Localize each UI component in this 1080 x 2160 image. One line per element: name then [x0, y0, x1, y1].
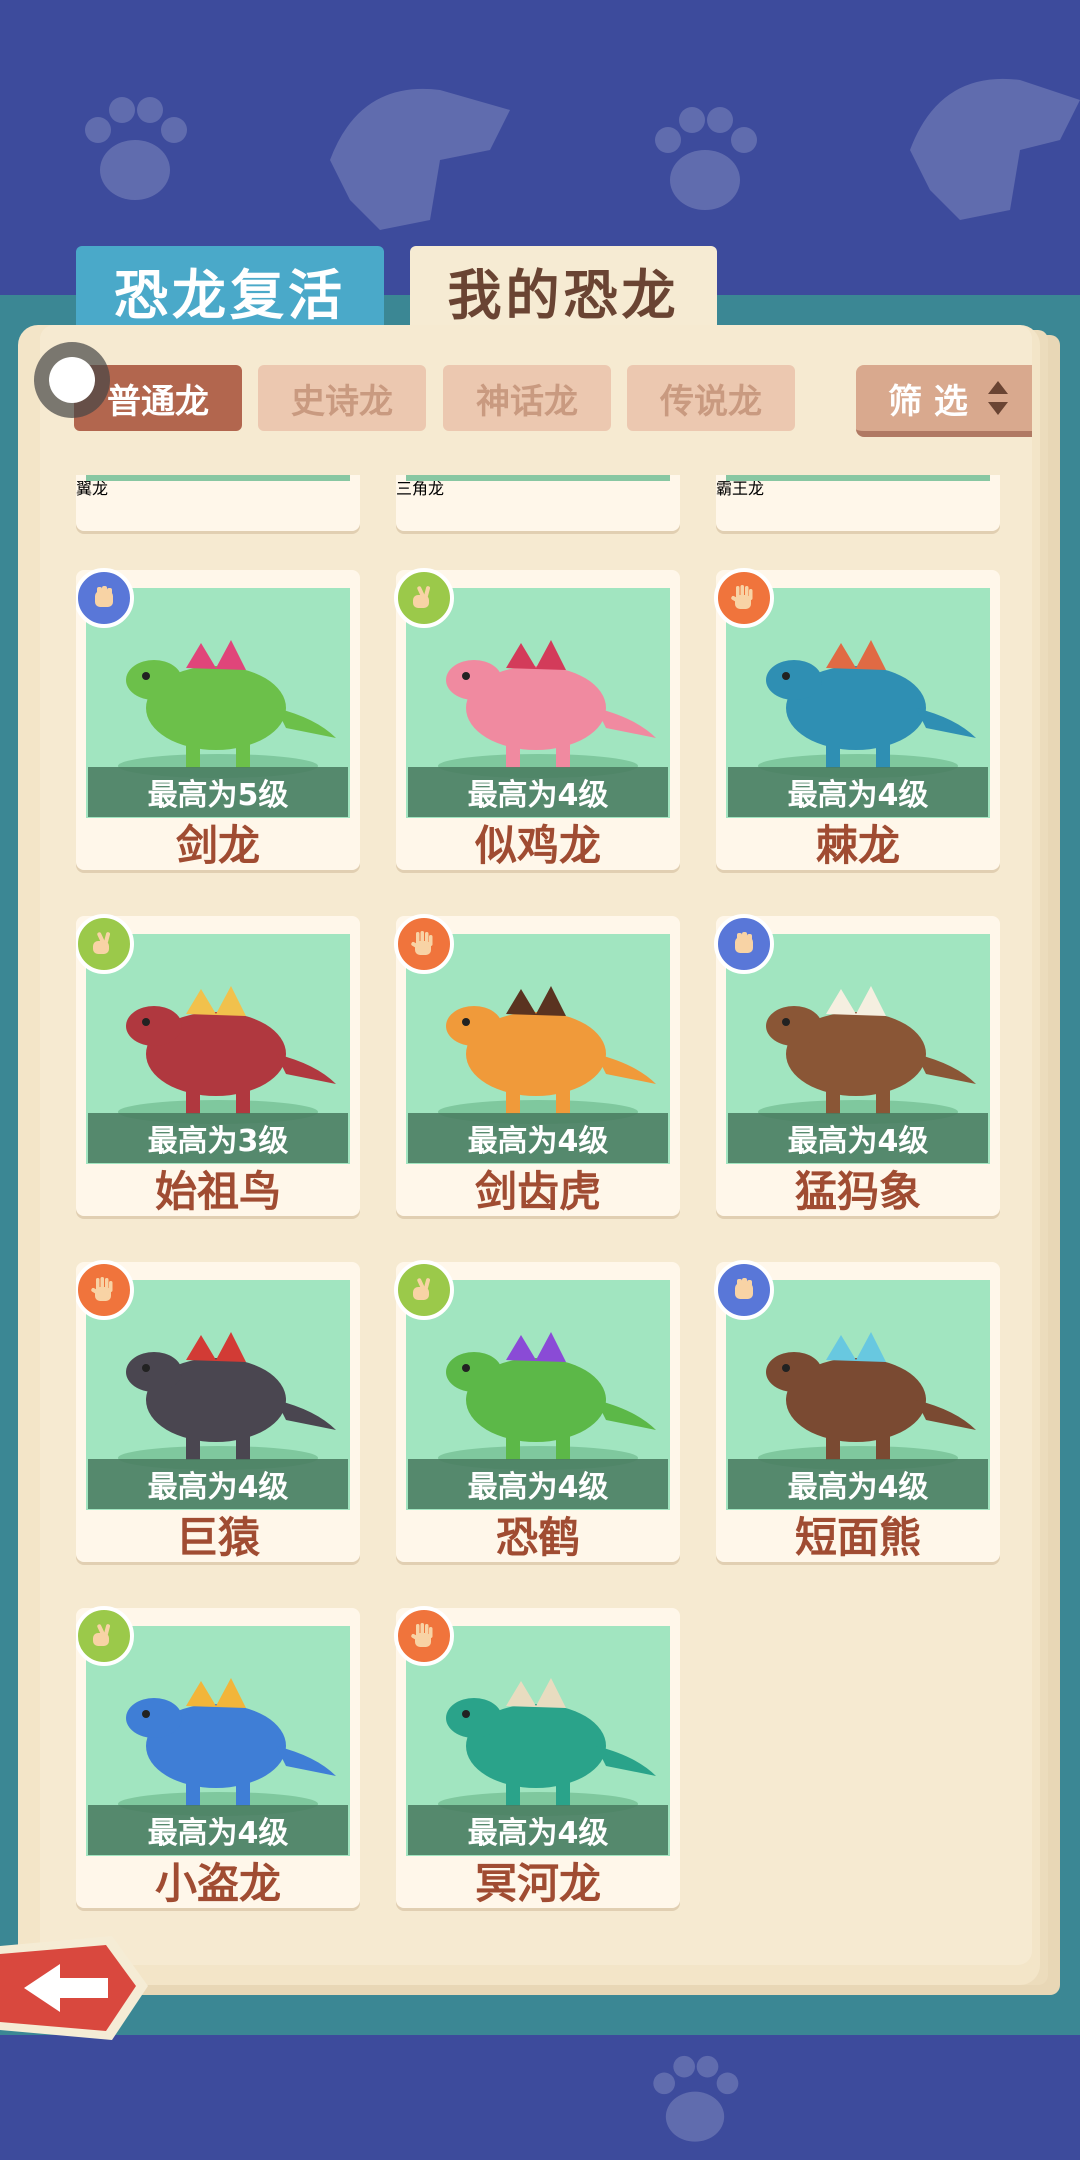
- dino-collection-page: 普通龙 史诗龙 神话龙 传说龙 筛 选 翼龙 三角龙 霸王龙 最高为5级 剑龙 最高…: [40, 325, 1032, 1965]
- dino-name: 巨猿: [175, 1512, 260, 1562]
- dino-card[interactable]: 最高为5级 剑龙: [76, 568, 360, 870]
- rarity-filter-bar: 普通龙 史诗龙 神话龙 传说龙 筛 选: [74, 365, 1032, 437]
- dino-name: 翼龙: [76, 479, 109, 498]
- max-level-label: 最高为4级: [88, 1805, 348, 1855]
- floating-assist-button[interactable]: [34, 342, 110, 418]
- max-level-label: 最高为3级: [88, 1113, 348, 1163]
- dino-card[interactable]: 最高为4级 剑齿虎: [394, 914, 680, 1216]
- scissors-hand-icon: [76, 1606, 134, 1666]
- fist-icon: [76, 568, 134, 628]
- fist-icon: [714, 914, 774, 974]
- open-palm-icon: [76, 1260, 134, 1320]
- filter-legendary[interactable]: 传说龙: [627, 365, 795, 431]
- max-level-label: 最高为5级: [88, 767, 348, 817]
- dino-card[interactable]: 最高为4级 小盗龙: [76, 1606, 360, 1908]
- dino-card[interactable]: 最高为4级 冥河龙: [394, 1606, 680, 1908]
- paw-print-icon: [655, 107, 757, 210]
- open-palm-icon: [394, 1606, 454, 1666]
- card-image-edge: [726, 475, 990, 481]
- dino-name: 剑龙: [175, 820, 260, 870]
- dino-card[interactable]: 最高为4级 恐鹤: [394, 1260, 680, 1562]
- filter-mythic[interactable]: 神话龙: [443, 365, 611, 431]
- dino-name: 似鸡龙: [474, 820, 601, 870]
- dino-card[interactable]: 最高为4级 棘龙: [714, 568, 1000, 870]
- dino-name: 短面熊: [794, 1512, 921, 1562]
- sort-arrows-icon: [987, 381, 1008, 415]
- dino-name: 冥河龙: [474, 1858, 601, 1908]
- dino-card[interactable]: 最高为4级 猛犸象: [714, 914, 1000, 1216]
- card-image-edge: [406, 475, 670, 481]
- max-level-label: 最高为4级: [408, 1805, 668, 1855]
- max-level-label: 最高为4级: [88, 1459, 348, 1509]
- dino-name: 猛犸象: [794, 1166, 921, 1216]
- scissors-hand-icon: [76, 914, 134, 974]
- scissors-hand-icon: [394, 568, 454, 628]
- fist-icon: [714, 1260, 774, 1320]
- dino-card[interactable]: 最高为4级 巨猿: [76, 1260, 360, 1562]
- max-level-label: 最高为4级: [408, 1459, 668, 1509]
- dino-name: 三角龙: [396, 479, 445, 498]
- dino-card[interactable]: 最高为4级 似鸡龙: [394, 568, 680, 870]
- dino-card-partial[interactable]: 翼龙: [76, 475, 360, 531]
- dino-skull-icon: [910, 78, 1080, 220]
- dino-card[interactable]: 最高为4级 短面熊: [714, 1260, 1000, 1562]
- max-level-label: 最高为4级: [408, 1113, 668, 1163]
- open-palm-icon: [394, 914, 454, 974]
- dino-name: 霸王龙: [716, 479, 765, 498]
- paw-print-icon: [85, 97, 187, 200]
- dino-name: 小盗龙: [154, 1858, 281, 1908]
- max-level-label: 最高为4级: [408, 767, 668, 817]
- max-level-label: 最高为4级: [728, 1113, 988, 1163]
- dino-skull-icon: [330, 88, 510, 230]
- screen-label: 筛 选: [888, 381, 968, 422]
- screen-button[interactable]: 筛 选: [856, 365, 1032, 437]
- scissors-hand-icon: [394, 1260, 454, 1320]
- dino-card-grid: 翼龙 三角龙 霸王龙 最高为5级 剑龙 最高为4级 似鸡龙 最高为4级 棘龙 最高为3级 始祖…: [76, 475, 1032, 1945]
- dino-card-partial[interactable]: 霸王龙: [716, 475, 1000, 531]
- paw-print-icon: [653, 2055, 739, 2142]
- card-image-edge: [86, 475, 350, 481]
- assist-dot-icon: [49, 357, 95, 403]
- dino-card[interactable]: 最高为3级 始祖鸟: [76, 914, 360, 1216]
- back-button[interactable]: [0, 1928, 150, 2048]
- dino-name: 剑齿虎: [474, 1166, 601, 1216]
- open-palm-icon: [714, 568, 774, 628]
- dino-card-partial[interactable]: 三角龙: [396, 475, 680, 531]
- max-level-label: 最高为4级: [728, 1459, 988, 1509]
- filter-epic[interactable]: 史诗龙: [258, 365, 426, 431]
- tab-my-dinos[interactable]: 我的恐龙: [410, 246, 717, 334]
- dino-name: 棘龙: [815, 820, 900, 870]
- tab-dino-revive[interactable]: 恐龙复活: [76, 246, 384, 334]
- dino-name: 始祖鸟: [154, 1166, 281, 1216]
- max-level-label: 最高为4级: [728, 767, 988, 817]
- dino-name: 恐鹤: [495, 1512, 580, 1562]
